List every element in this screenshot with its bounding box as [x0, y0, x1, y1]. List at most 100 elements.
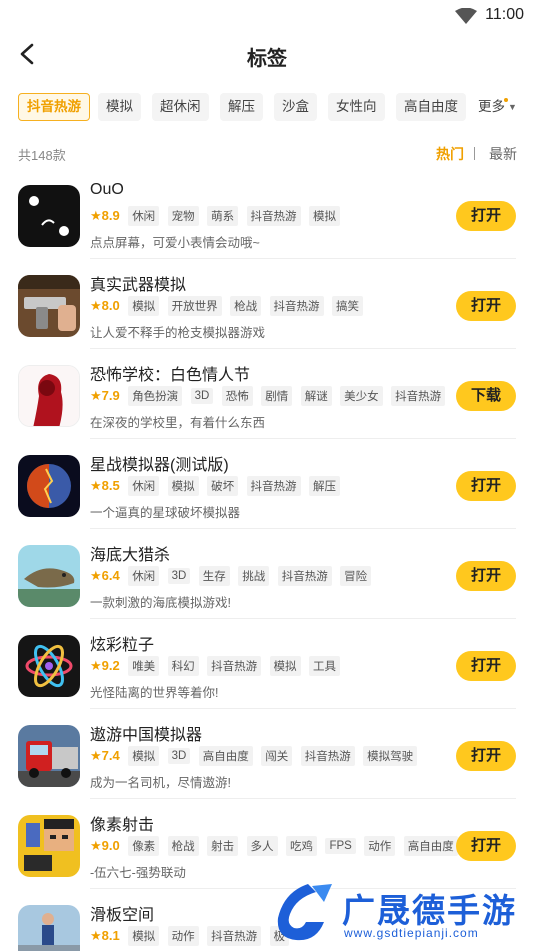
open-button[interactable]: 打开	[456, 561, 516, 591]
app-list-item[interactable]: 星战模拟器(测试版) ★8.5 休闲 模拟 破坏 抖音热游 解压 一个逼真的星球…	[0, 448, 534, 538]
more-label: 更多	[478, 99, 505, 114]
app-tag: 开放世界	[167, 296, 222, 316]
planet-icon	[18, 455, 80, 517]
sort-new-tab[interactable]: 最新	[489, 144, 517, 164]
app-tag: 抖音热游	[300, 746, 355, 766]
open-button[interactable]: 打开	[456, 741, 516, 771]
app-tag: 解压	[309, 476, 340, 496]
girl-silhouette-icon	[18, 365, 80, 427]
gun-icon	[18, 275, 80, 337]
open-button[interactable]: 打开	[456, 471, 516, 501]
app-meta: ★6.4 休闲 3D 生存 挑战 抖音热游 冒险	[90, 566, 375, 586]
tag-chip-relax[interactable]: 解压	[220, 93, 263, 121]
sort-hot-tab[interactable]: 热门	[436, 144, 464, 164]
app-list-item[interactable]: 真实武器模拟 ★8.0 模拟 开放世界 枪战 抖音热游 搞笑 让人爱不释手的枪支…	[0, 268, 534, 358]
app-tag: 高自由度	[198, 746, 253, 766]
app-tag: 模拟	[128, 296, 160, 316]
app-tag: 破坏	[207, 476, 239, 496]
caret-down-icon: ▼	[508, 102, 517, 113]
app-name: 星战模拟器(测试版)	[90, 457, 229, 474]
app-list-item[interactable]: 遨游中国模拟器 ★7.4 模拟 3D 高自由度 闯关 抖音热游 模拟驾驶 成为一…	[0, 718, 534, 808]
app-description: 一款刺激的海底模拟游戏!	[90, 596, 231, 610]
app-tag: 抖音热游	[246, 206, 301, 226]
tag-chip-simulation[interactable]: 模拟	[98, 93, 141, 121]
rating: ★8.0	[90, 298, 120, 313]
app-tag: 萌系	[207, 206, 239, 226]
app-tag: 吃鸡	[286, 836, 317, 856]
app-name: 恐怖学校：白色情人节	[90, 367, 251, 384]
app-tag: 抖音热游	[207, 656, 262, 676]
app-name: 像素射击	[90, 817, 155, 834]
app-tag: 枪战	[167, 836, 199, 856]
rating: ★7.4	[90, 748, 120, 763]
pixel-character-icon	[18, 815, 80, 877]
app-name: 滑板空间	[90, 907, 155, 924]
rating: ★9.0	[90, 838, 120, 853]
app-tag: 抖音热游	[207, 926, 262, 946]
app-tag: 动作	[167, 926, 199, 946]
open-button[interactable]: 打开	[456, 651, 516, 681]
app-list-item[interactable]: OuO ★8.9 休闲 宠物 萌系 抖音热游 模拟 点点屏幕，可爱小表情会动哦~…	[0, 178, 534, 268]
rating: ★6.4	[90, 568, 120, 583]
app-tag: 工具	[309, 656, 340, 676]
app-tag: 模拟	[128, 926, 160, 946]
app-tag: 生存	[198, 566, 230, 586]
app-description: 点点屏幕，可爱小表情会动哦~	[90, 236, 260, 250]
app-tag: 闯关	[261, 746, 293, 766]
app-tag: 抖音热游	[269, 296, 324, 316]
app-tag: 多人	[246, 836, 278, 856]
app-tag: 3D	[167, 568, 191, 584]
app-tag: 模拟	[309, 206, 340, 226]
tag-chip-freedom[interactable]: 高自由度	[396, 93, 466, 121]
download-button[interactable]: 下载	[456, 381, 516, 411]
app-tag: 3D	[190, 388, 214, 404]
app-list-item[interactable]: 恐怖学校：白色情人节 ★7.9 角色扮演 3D 恐怖 剧情 解谜 美少女 抖音热…	[0, 358, 534, 448]
app-tag: 射击	[207, 836, 239, 856]
open-button[interactable]: 打开	[456, 291, 516, 321]
app-tag: 休闲	[128, 206, 160, 226]
app-description: 让人爱不释手的枪支模拟器游戏	[90, 326, 266, 340]
app-tag: FPS	[325, 838, 356, 854]
app-tag: 模拟	[128, 746, 160, 766]
app-tag: 休闲	[128, 566, 160, 586]
app-meta: ★8.9 休闲 宠物 萌系 抖音热游 模拟	[90, 206, 344, 226]
app-tag: 角色扮演	[128, 386, 183, 406]
tag-chip-casual[interactable]: 超休闲	[152, 93, 209, 121]
app-tag: 解谜	[300, 386, 332, 406]
tag-chip-douyin[interactable]: 抖音热游	[18, 93, 90, 121]
count-sort-row: 共148款 热门 最新	[0, 143, 534, 165]
app-description: 一个逼真的星球破坏模拟器	[90, 506, 241, 520]
divider	[90, 618, 516, 619]
app-list-item[interactable]: 海底大猎杀 ★6.4 休闲 3D 生存 挑战 抖音热游 冒险 一款刺激的海底模拟…	[0, 538, 534, 628]
watermark-text: 广晟德手游	[342, 892, 517, 929]
more-tags-button[interactable]: 更多 ▼	[478, 93, 517, 121]
app-meta: ★8.5 休闲 模拟 破坏 抖音热游 解压	[90, 476, 344, 496]
app-description: 成为一名司机，尽情遨游!	[90, 776, 231, 790]
rating: ★8.5	[90, 478, 120, 493]
app-tag: 科幻	[167, 656, 199, 676]
app-tag: 像素	[128, 836, 160, 856]
wifi-icon	[455, 8, 477, 24]
app-tag: 宠物	[167, 206, 199, 226]
app-name: 海底大猎杀	[90, 547, 171, 564]
app-meta: ★8.0 模拟 开放世界 枪战 抖音热游 搞笑	[90, 296, 367, 316]
open-button[interactable]: 打开	[456, 831, 516, 861]
app-tag: 枪战	[230, 296, 262, 316]
app-tag: 恐怖	[221, 386, 253, 406]
watermark-logo-icon	[277, 884, 332, 941]
open-button[interactable]: 打开	[456, 201, 516, 231]
status-bar: 11:00	[0, 0, 534, 30]
new-dot-badge	[504, 98, 508, 102]
app-meta: ★7.9 角色扮演 3D 恐怖 剧情 解谜 美少女 抖音热游	[90, 386, 449, 406]
app-tag: 剧情	[261, 386, 293, 406]
tag-chip-female[interactable]: 女性向	[328, 93, 385, 121]
rating: ★8.1	[90, 928, 120, 943]
tag-chip-sandbox[interactable]: 沙盒	[274, 93, 317, 121]
app-name: OuO	[90, 181, 124, 198]
app-tag: 冒险	[340, 566, 372, 586]
app-description: -伍六七-强势联动	[90, 866, 186, 880]
app-tag: 挑战	[238, 566, 270, 586]
skateboard-icon	[18, 905, 80, 951]
app-list-item[interactable]: 炫彩粒子 ★9.2 唯美 科幻 抖音热游 模拟 工具 光怪陆离的世界等着你! 打…	[0, 628, 534, 718]
sea-creature-icon	[18, 545, 80, 607]
